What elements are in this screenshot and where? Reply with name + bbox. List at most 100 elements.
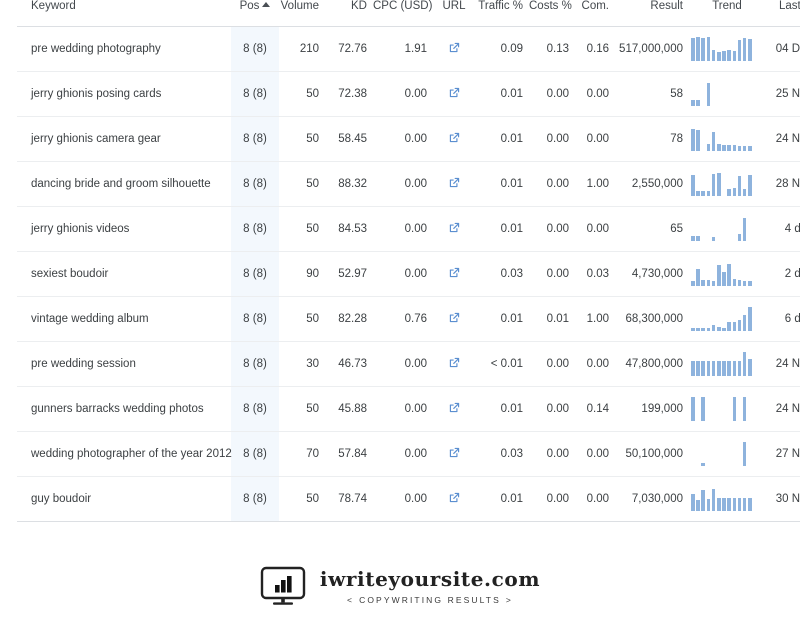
column-header-url[interactable]: URL	[435, 0, 473, 27]
cell-last-update: 25 Nov 2020	[767, 71, 800, 117]
table-row[interactable]: gunners barracks wedding photos 8 (8) 50 45…	[17, 386, 800, 432]
sparkline-bar	[742, 145, 747, 151]
cell-url	[435, 386, 473, 432]
sparkline-bar	[727, 420, 731, 421]
brand-tagline-text: COPYWRITING RESULTS	[359, 595, 501, 605]
table-row[interactable]: jerry ghionis posing cards 8 (8) 50 72.38 0.…	[17, 71, 800, 117]
brand-tagline: < COPYWRITING RESULTS >	[342, 595, 518, 605]
brand-name: iwriteyoursite.com	[319, 567, 541, 591]
sparkline-bar	[748, 306, 752, 331]
sparkline-bar	[696, 36, 700, 61]
column-header-result[interactable]: Result	[613, 0, 687, 27]
cell-cpc: 0.00	[373, 161, 435, 207]
sparkline-bar	[737, 39, 742, 61]
cell-position: 8 (8)	[231, 116, 279, 162]
cell-position: 8 (8)	[231, 26, 279, 72]
cell-keyword[interactable]: pre wedding photography	[17, 26, 231, 72]
sparkline-bar	[716, 51, 721, 61]
keyword-rankings-table: Keyword Pos Volume KD CPC (USD) URL Traf…	[17, 0, 800, 522]
cell-keyword[interactable]: guy boudoir	[17, 476, 231, 522]
cell-keyword[interactable]: sexiest boudoir	[17, 251, 231, 297]
cell-keyword[interactable]: gunners barracks wedding photos	[17, 386, 231, 432]
cell-cpc: 0.00	[373, 116, 435, 162]
cell-keyword[interactable]: jerry ghionis videos	[17, 206, 231, 252]
column-header-costs[interactable]: Costs %	[529, 0, 575, 27]
column-header-pos[interactable]: Pos	[231, 0, 279, 27]
external-link-icon[interactable]	[448, 401, 461, 414]
table-row[interactable]: guy boudoir 8 (8) 50 78.74 0.00 0.01 0.00 0.00 7…	[17, 476, 800, 522]
cell-url	[435, 251, 473, 297]
sparkline-bar	[691, 37, 695, 61]
table-row[interactable]: wedding photographer of the year 2012 8 (…	[17, 431, 800, 477]
sparkline-bar	[701, 328, 705, 331]
cell-keyword[interactable]: jerry ghionis camera gear	[17, 116, 231, 162]
cell-trend	[687, 431, 767, 477]
sparkline-bar	[732, 397, 737, 421]
column-header-keyword[interactable]: Keyword	[17, 0, 231, 27]
table-row[interactable]: dancing bride and groom silhouette 8 (8) 5…	[17, 161, 800, 207]
external-link-icon[interactable]	[448, 86, 461, 99]
sparkline-bar	[742, 188, 747, 196]
sparkline-bar	[742, 498, 747, 511]
cell-keyword[interactable]: jerry ghionis posing cards	[17, 71, 231, 117]
external-link-icon[interactable]	[448, 311, 461, 324]
sparkline-bar	[722, 420, 726, 421]
column-header-last-update[interactable]: Last Update	[767, 0, 800, 27]
column-header-traffic[interactable]: Traffic %	[473, 0, 529, 27]
cell-keyword[interactable]: wedding photographer of the year 2012	[17, 431, 232, 477]
external-link-icon[interactable]	[448, 176, 461, 189]
column-header-com[interactable]: Com.	[575, 0, 613, 27]
column-header-trend[interactable]: Trend	[687, 0, 767, 27]
cell-kd: 72.38	[327, 71, 373, 117]
table-row[interactable]: pre wedding photography 8 (8) 210 72.76 1.91…	[17, 26, 800, 72]
cell-position: 8 (8)	[231, 206, 279, 252]
sparkline-bar	[701, 490, 705, 511]
external-link-icon[interactable]	[448, 221, 461, 234]
cell-costs-percent: 0.13	[529, 26, 575, 72]
cell-costs-percent: 0.00	[529, 206, 575, 252]
column-header-result-label: Result	[650, 0, 683, 12]
external-link-icon[interactable]	[448, 446, 461, 459]
cell-keyword[interactable]: vintage wedding album	[17, 296, 231, 342]
external-link-icon[interactable]	[448, 266, 461, 279]
sparkline-bar	[701, 463, 705, 466]
trend-sparkline	[691, 485, 763, 511]
cell-keyword[interactable]: pre wedding session	[17, 341, 231, 387]
sparkline-bar	[733, 240, 737, 241]
sparkline-bar	[711, 488, 716, 511]
external-link-icon[interactable]	[448, 41, 461, 54]
cell-traffic-percent: 0.01	[473, 476, 529, 522]
cell-cpc: 1.91	[373, 26, 435, 72]
column-header-url-label: URL	[442, 0, 466, 12]
sparkline-bar	[732, 498, 737, 511]
sparkline-bar	[696, 465, 700, 466]
table-row[interactable]: vintage wedding album 8 (8) 50 82.28 0.76 0.0…	[17, 296, 800, 342]
sparkline-bar	[696, 236, 700, 241]
cell-kd: 82.28	[327, 296, 373, 342]
cell-keyword[interactable]: dancing bride and groom silhouette	[17, 161, 231, 207]
sort-ascending-icon	[262, 2, 271, 7]
table-row[interactable]: jerry ghionis videos 8 (8) 50 84.53 0.00 0.01…	[17, 206, 800, 252]
cell-volume: 90	[279, 251, 327, 297]
trend-sparkline	[691, 260, 763, 286]
sparkline-bar	[722, 51, 726, 61]
sparkline-bar	[701, 37, 705, 61]
cell-volume: 50	[279, 116, 327, 162]
external-link-icon[interactable]	[448, 131, 461, 144]
sparkline-bar	[701, 279, 705, 286]
sparkline-bar	[711, 173, 716, 196]
external-link-icon[interactable]	[448, 491, 461, 504]
sparkline-bar	[706, 83, 711, 106]
table-row[interactable]: jerry ghionis camera gear 8 (8) 50 58.45 0.0…	[17, 116, 800, 162]
column-header-cpc[interactable]: CPC (USD)	[373, 0, 435, 27]
table-row[interactable]: pre wedding session 8 (8) 30 46.73 0.00 < 0.0…	[17, 341, 800, 387]
column-header-volume[interactable]: Volume	[279, 0, 327, 27]
cell-traffic-percent: 0.03	[473, 431, 529, 477]
table-row[interactable]: sexiest boudoir 8 (8) 90 52.97 0.00 0.03 0.00 0…	[17, 251, 800, 297]
sparkline-bar	[691, 99, 695, 106]
sparkline-bar	[701, 190, 705, 196]
external-link-icon[interactable]	[448, 356, 461, 369]
cell-position: 8 (8)	[231, 296, 279, 342]
column-header-kd[interactable]: KD	[327, 0, 373, 27]
cell-costs-percent: 0.00	[529, 476, 575, 522]
